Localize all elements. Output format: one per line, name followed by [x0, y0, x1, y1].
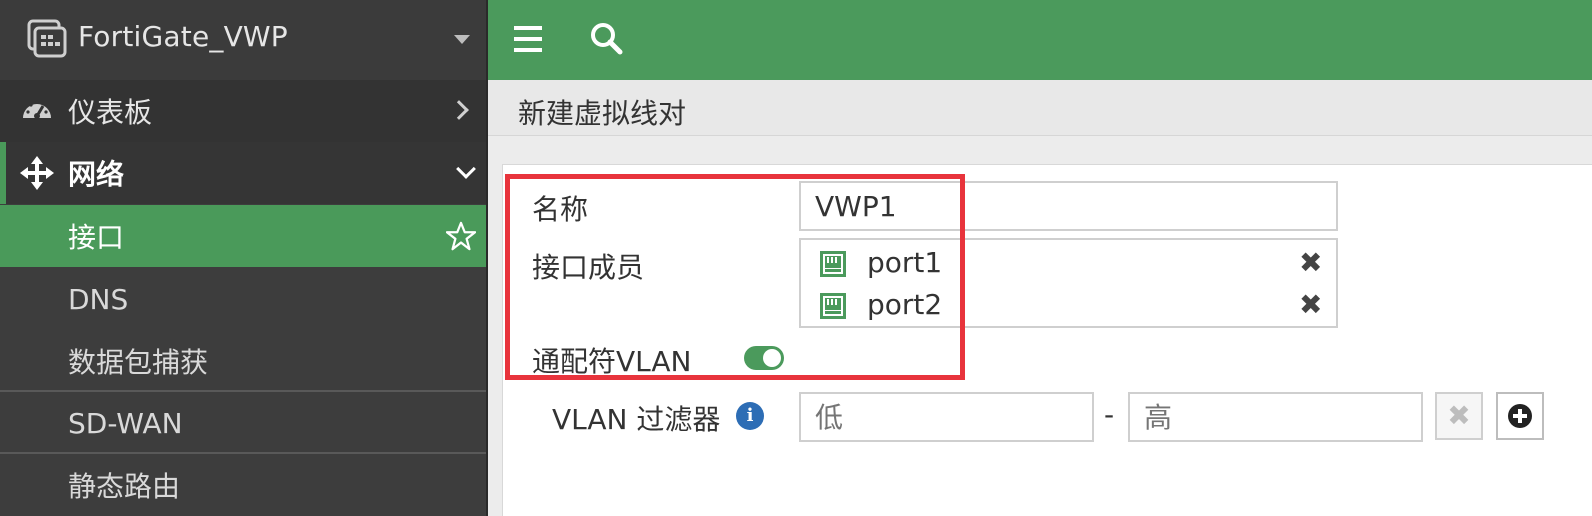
fortigate-device-icon [27, 19, 67, 58]
page-title: 新建虚拟线对 [518, 97, 687, 130]
clear-vlan-filter-button[interactable]: ✖ [1435, 392, 1483, 440]
app-root: FortiGate_VWP 仪表板 网络 接口 DNS 数据包捕获 SD-WAN… [0, 0, 1592, 516]
sidebar-item-network[interactable]: 网络 [0, 142, 486, 204]
chevron-right-icon [449, 100, 469, 120]
sidebar: FortiGate_VWP 仪表板 网络 接口 DNS 数据包捕获 SD-WAN… [0, 0, 488, 516]
sidebar-item-interfaces[interactable]: 接口 [0, 205, 486, 267]
range-separator: - [1104, 398, 1115, 431]
sidebar-item-label: 仪表板 [68, 96, 153, 129]
highlight-annotation [505, 174, 965, 380]
dashboard-gauge-icon [23, 100, 51, 119]
sidebar-item-label: SD-WAN [68, 406, 183, 440]
sidebar-item-dns[interactable]: DNS [0, 268, 486, 330]
network-arrows-icon [20, 156, 54, 190]
hamburger-menu-icon[interactable] [512, 22, 546, 56]
search-icon[interactable] [588, 20, 626, 58]
plus-circle-icon [1508, 404, 1532, 428]
add-vlan-filter-button[interactable] [1496, 392, 1544, 440]
vlan-filter-label: VLAN 过滤器 [552, 403, 721, 436]
chevron-down-icon [456, 159, 476, 179]
sidebar-item-sd-wan[interactable]: SD-WAN [0, 392, 486, 454]
sidebar-item-static-routes[interactable]: 静态路由 [0, 454, 486, 516]
device-selector[interactable]: FortiGate_VWP [0, 0, 486, 80]
clear-icon: ✖ [1447, 399, 1471, 432]
page-header: 新建虚拟线对 [488, 80, 1592, 136]
vlan-low-input[interactable] [799, 392, 1094, 442]
top-bar [488, 0, 1592, 80]
device-name: FortiGate_VWP [78, 20, 288, 53]
sidebar-item-packet-capture[interactable]: 数据包捕获 [0, 330, 486, 392]
sidebar-item-label: 网络 [68, 158, 125, 191]
sidebar-item-label: DNS [68, 282, 129, 316]
info-icon[interactable]: i [736, 402, 764, 430]
remove-member-icon[interactable]: ✖ [1299, 246, 1322, 279]
sidebar-item-label: 静态路由 [68, 470, 181, 503]
remove-member-icon[interactable]: ✖ [1299, 288, 1322, 321]
sidebar-item-dashboard[interactable]: 仪表板 [0, 80, 486, 142]
caret-down-icon[interactable] [454, 35, 470, 44]
sidebar-item-label: 接口 [68, 221, 125, 254]
vlan-high-input[interactable] [1128, 392, 1423, 442]
sidebar-item-label: 数据包捕获 [68, 346, 209, 379]
star-icon[interactable] [446, 221, 476, 251]
